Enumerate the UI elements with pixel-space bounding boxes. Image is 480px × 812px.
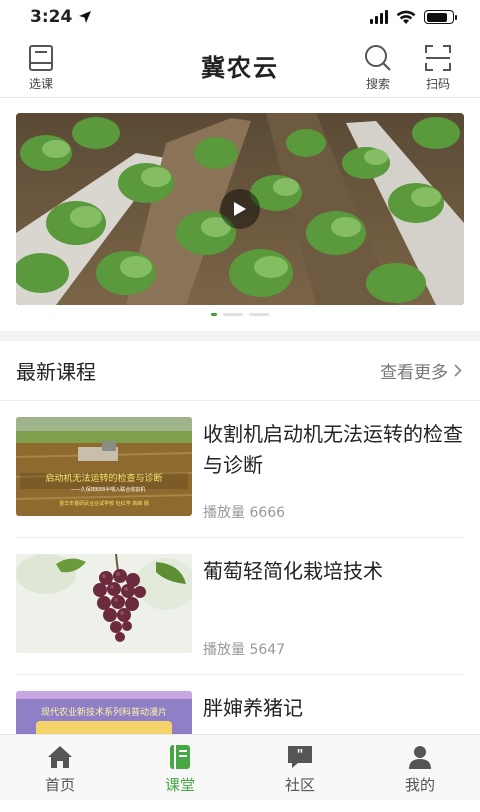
wifi-icon (396, 10, 416, 24)
chevron-right-icon (454, 364, 462, 377)
status-bar: 3:24 (0, 0, 480, 34)
section-divider (0, 331, 480, 341)
scan-button[interactable]: 扫码 (424, 44, 452, 92)
battery-icon (424, 10, 457, 24)
scan-icon (425, 45, 451, 71)
play-icon (234, 202, 246, 216)
harvester-field-image: 启动机无法运转的检查与诊断 ——久保田688半喂入联合收割机 晋华市晋研武业业试… (16, 417, 192, 516)
carousel-dot[interactable] (211, 313, 217, 316)
play-count-value: 5647 (249, 642, 286, 658)
tab-mine-label: 我的 (404, 776, 435, 794)
chat-icon: " (288, 746, 312, 768)
select-course-label: 选课 (28, 77, 53, 91)
section-title: 最新课程 (16, 360, 96, 384)
search-button[interactable]: 搜索 (364, 44, 392, 92)
svg-text:": " (297, 748, 304, 763)
search-label: 搜索 (365, 77, 390, 91)
scan-label: 扫码 (425, 77, 450, 91)
course-title: 收割机启动机无法运转的检查与诊断 (203, 422, 463, 477)
see-more-label: 查看更多 (380, 363, 448, 383)
tab-community-label: 社区 (284, 776, 315, 794)
banner-carousel (0, 99, 480, 331)
book-icon (170, 745, 190, 769)
bottom-tab-bar: 首页 课堂 " 社区 我的 (0, 734, 480, 800)
course-thumbnail (16, 554, 192, 653)
thumbnail-caption: 启动机无法运转的检查与诊断 (45, 472, 162, 484)
course-title: 胖婶养猪记 (203, 696, 303, 720)
location-arrow-icon (79, 11, 92, 23)
grape-cluster-image (16, 554, 192, 653)
cellular-signal-icon (370, 10, 388, 24)
book-outline-icon (29, 45, 53, 71)
course-list-item[interactable]: 启动机无法运转的检查与诊断 ——久保田688半喂入联合收割机 晋华市晋研武业业试… (16, 401, 464, 538)
tab-community[interactable]: " 社区 (240, 735, 360, 800)
tab-classroom[interactable]: 课堂 (120, 735, 240, 800)
play-button[interactable] (220, 189, 260, 229)
status-time-group: 3:24 (30, 7, 92, 27)
latest-courses-header: 最新课程 查看更多 (0, 341, 480, 401)
carousel-indicator (0, 313, 480, 316)
search-icon (365, 45, 391, 71)
course-thumbnail: 启动机无法运转的检查与诊断 ——久保田688半喂入联合收割机 晋华市晋研武业业试… (16, 417, 192, 516)
page-title: 冀农云 (201, 54, 279, 82)
status-time: 3:24 (30, 7, 73, 27)
tab-home[interactable]: 首页 (0, 735, 120, 800)
course-title: 葡萄轻简化栽培技术 (203, 559, 383, 583)
select-course-button[interactable]: 选课 (28, 44, 54, 92)
play-count-label: 播放量 (203, 642, 245, 658)
top-navigation: 选课 冀农云 搜索 扫码 (0, 34, 480, 98)
thumbnail-credit: 晋华市晋研武业业试学校 杜红学 高峰 摄 (59, 500, 149, 507)
play-count: 播放量 5647 (203, 639, 285, 659)
user-icon (409, 746, 431, 769)
tab-mine[interactable]: 我的 (360, 735, 480, 800)
banner-video[interactable] (16, 113, 464, 305)
carousel-dot[interactable] (249, 313, 269, 316)
thumbnail-caption: 现代农业新技术系列科普动漫片 (41, 706, 167, 718)
carousel-dot[interactable] (223, 313, 243, 316)
play-count-value: 6666 (249, 505, 286, 521)
status-indicators (370, 10, 457, 25)
thumbnail-subcaption: ——久保田688半喂入联合收割机 (71, 486, 146, 493)
home-icon (48, 746, 72, 768)
tab-classroom-label: 课堂 (164, 776, 195, 794)
play-count: 播放量 6666 (203, 502, 285, 522)
play-count-label: 播放量 (203, 505, 245, 521)
see-more-link[interactable]: 查看更多 (380, 358, 462, 383)
course-list-item[interactable]: 葡萄轻简化栽培技术 播放量 5647 (16, 538, 464, 675)
tab-home-label: 首页 (44, 776, 75, 794)
